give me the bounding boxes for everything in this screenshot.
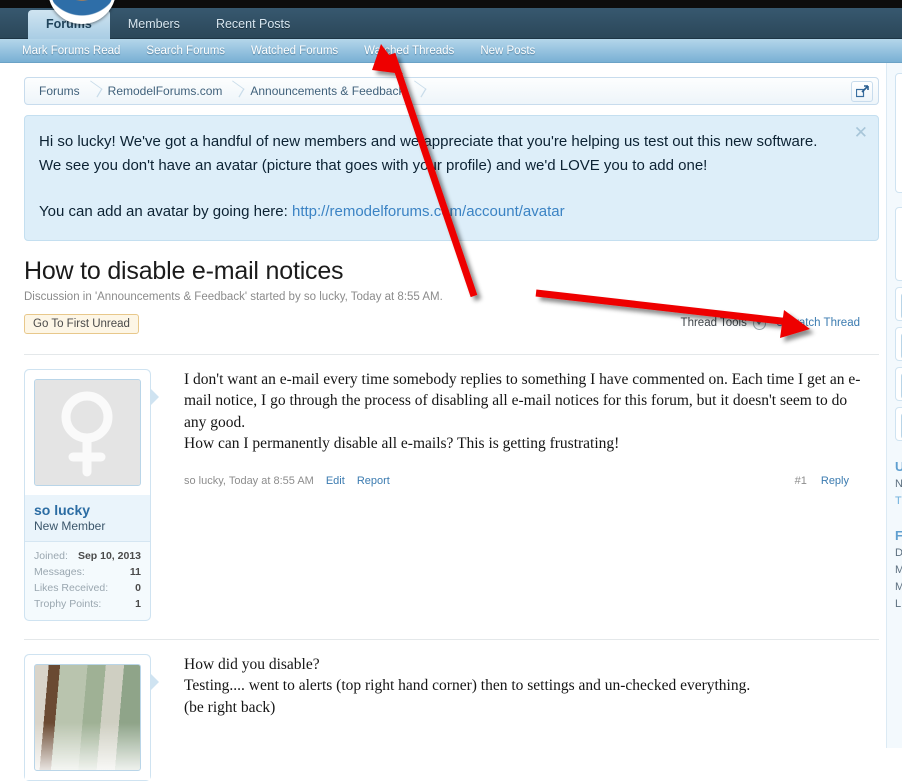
stat-row: Messages: 11	[34, 564, 141, 580]
post-item: so lucky New Member Joined: Sep 10, 2013…	[24, 353, 879, 621]
unwatch-thread-link[interactable]: Unwatch Thread	[776, 317, 860, 329]
post-footer: so lucky, Today at 8:55 AM Edit Report #1…	[184, 475, 861, 487]
avatar-link[interactable]: http://remodelforums.com/account/avatar	[292, 203, 565, 220]
open-in-new-window-icon[interactable]	[851, 81, 873, 102]
stat-value: 0	[135, 581, 141, 594]
sidebar-line: N	[895, 476, 902, 493]
right-sidebar: U N T F D M M L	[886, 63, 902, 748]
user-info-box	[24, 653, 159, 781]
reply-link[interactable]: Reply	[821, 475, 849, 487]
thread-tools-group: Thread Tools Unwatch Thread	[681, 316, 860, 330]
stat-value: Sep 10, 2013	[77, 549, 141, 562]
primary-navigation: Forums Members Recent Posts	[0, 8, 902, 39]
sidebar-block-top	[895, 73, 902, 441]
post-item: How did you disable? Testing.... went to…	[24, 638, 879, 781]
stat-label: Likes Received:	[34, 581, 109, 594]
post-body-line: How did you disable?	[184, 655, 320, 673]
sidebar-line: M	[895, 562, 902, 579]
breadcrumb-item-remodelforums[interactable]: RemodelForums.com	[102, 84, 229, 98]
avatar-holder	[25, 369, 150, 495]
user-info-box: so lucky New Member Joined: Sep 10, 2013…	[24, 368, 159, 621]
subnav-new-posts[interactable]: New Posts	[480, 45, 535, 57]
breadcrumb-separator-icon	[412, 82, 424, 100]
post-message-column: How did you disable? Testing.... went to…	[151, 654, 879, 781]
stat-row: Trophy Points: 1	[34, 596, 141, 612]
notice-prefix: You can add an avatar by going here:	[39, 203, 292, 220]
stat-row: Joined: Sep 10, 2013	[34, 548, 141, 564]
sidebar-card[interactable]	[895, 327, 902, 361]
venus-placeholder-icon[interactable]	[34, 378, 141, 486]
sidebar-card[interactable]	[895, 407, 902, 441]
stat-row: Likes Received: 0	[34, 580, 141, 596]
breadcrumb-item-forums[interactable]: Forums	[33, 84, 86, 98]
sidebar-card[interactable]	[895, 73, 902, 193]
photo-avatar[interactable]	[34, 663, 141, 771]
subnav-search-forums[interactable]: Search Forums	[146, 45, 225, 57]
breadcrumb-item-announcements[interactable]: Announcements & Feedback	[244, 84, 410, 98]
sidebar-line: M	[895, 579, 902, 596]
user-stats: Joined: Sep 10, 2013 Messages: 11 Likes …	[25, 540, 150, 620]
post-footer-links: Edit Report	[326, 475, 402, 487]
post-user-column: so lucky New Member Joined: Sep 10, 2013…	[24, 368, 159, 621]
breadcrumb: Forums RemodelForums.com Announcements &…	[24, 77, 879, 105]
post-meta: so lucky, Today at 8:55 AM	[184, 474, 314, 487]
page-title: How to disable e-mail notices	[24, 257, 344, 285]
secondary-navigation: Mark Forums Read Search Forums Watched F…	[0, 39, 902, 63]
sidebar-heading-1: U	[895, 451, 902, 476]
notice-paragraph-1: Hi so lucky! We've got a handful of new …	[39, 133, 818, 174]
sidebar-line: D	[895, 545, 902, 562]
breadcrumb-separator-icon	[88, 82, 100, 100]
post-body-line: Testing.... went to alerts (top right ha…	[184, 677, 751, 695]
close-icon[interactable]: ✕	[854, 124, 868, 141]
stat-value: 11	[129, 565, 141, 578]
main-content-column: Forums RemodelForums.com Announcements &…	[24, 77, 879, 781]
post-username[interactable]: so lucky	[25, 495, 150, 518]
sidebar-card[interactable]	[895, 207, 902, 281]
chevron-down-icon[interactable]	[752, 316, 766, 330]
tab-recent-posts[interactable]: Recent Posts	[198, 11, 308, 39]
post-footer-right: #1 Reply	[795, 475, 861, 487]
breadcrumb-separator-icon	[230, 82, 242, 100]
stat-value: 1	[135, 597, 141, 610]
notice-paragraph-2: You can add an avatar by going here: htt…	[39, 200, 838, 224]
post-usertitle: New Member	[34, 518, 106, 533]
subnav-watched-forums[interactable]: Watched Forums	[251, 45, 338, 57]
report-link[interactable]: Report	[357, 475, 390, 487]
avatar-notice: ✕ Hi so lucky! We've got a handful of ne…	[24, 115, 879, 241]
thread-action-bar: Go To First Unread Thread Tools Unwatch …	[24, 313, 879, 336]
stat-label: Messages:	[34, 565, 85, 578]
thread-header: How to disable e-mail notices Discussion…	[24, 257, 879, 336]
post-body-line: I don't want an e-mail every time somebo…	[184, 370, 861, 431]
post-body: How did you disable? Testing.... went to…	[184, 654, 861, 719]
post-body: I don't want an e-mail every time somebo…	[184, 369, 861, 455]
post-number[interactable]: #1	[795, 475, 807, 487]
post-message-column: I don't want an e-mail every time somebo…	[151, 369, 879, 621]
sidebar-block-1: U N T	[895, 451, 902, 510]
thread-tools-label[interactable]: Thread Tools	[681, 317, 747, 329]
subnav-watched-threads[interactable]: Watched Threads	[364, 45, 454, 57]
sidebar-line: L	[895, 598, 902, 610]
stat-label: Joined:	[34, 549, 68, 562]
sidebar-card[interactable]	[895, 287, 902, 321]
sidebar-link[interactable]: T	[895, 493, 902, 510]
sidebar-block-2: F D M M L	[895, 520, 902, 613]
subnav-mark-forums-read[interactable]: Mark Forums Read	[22, 45, 120, 57]
edit-link[interactable]: Edit	[326, 475, 345, 487]
post-body-line: (be right back)	[184, 698, 276, 716]
sidebar-card[interactable]	[895, 367, 902, 401]
primary-tab-list: Forums Members Recent Posts	[0, 8, 902, 39]
thread-subtitle: Discussion in 'Announcements & Feedback'…	[24, 290, 443, 303]
page-body: Forums RemodelForums.com Announcements &…	[0, 63, 902, 781]
stat-label: Trophy Points:	[34, 597, 102, 610]
sidebar-heading-2: F	[895, 520, 902, 545]
post-user-column	[24, 653, 159, 781]
post-body-line: How can I permanently disable all e-mail…	[184, 435, 620, 453]
tab-members[interactable]: Members	[110, 11, 198, 39]
avatar-holder	[25, 654, 150, 780]
go-to-first-unread-button[interactable]: Go To First Unread	[24, 313, 139, 334]
